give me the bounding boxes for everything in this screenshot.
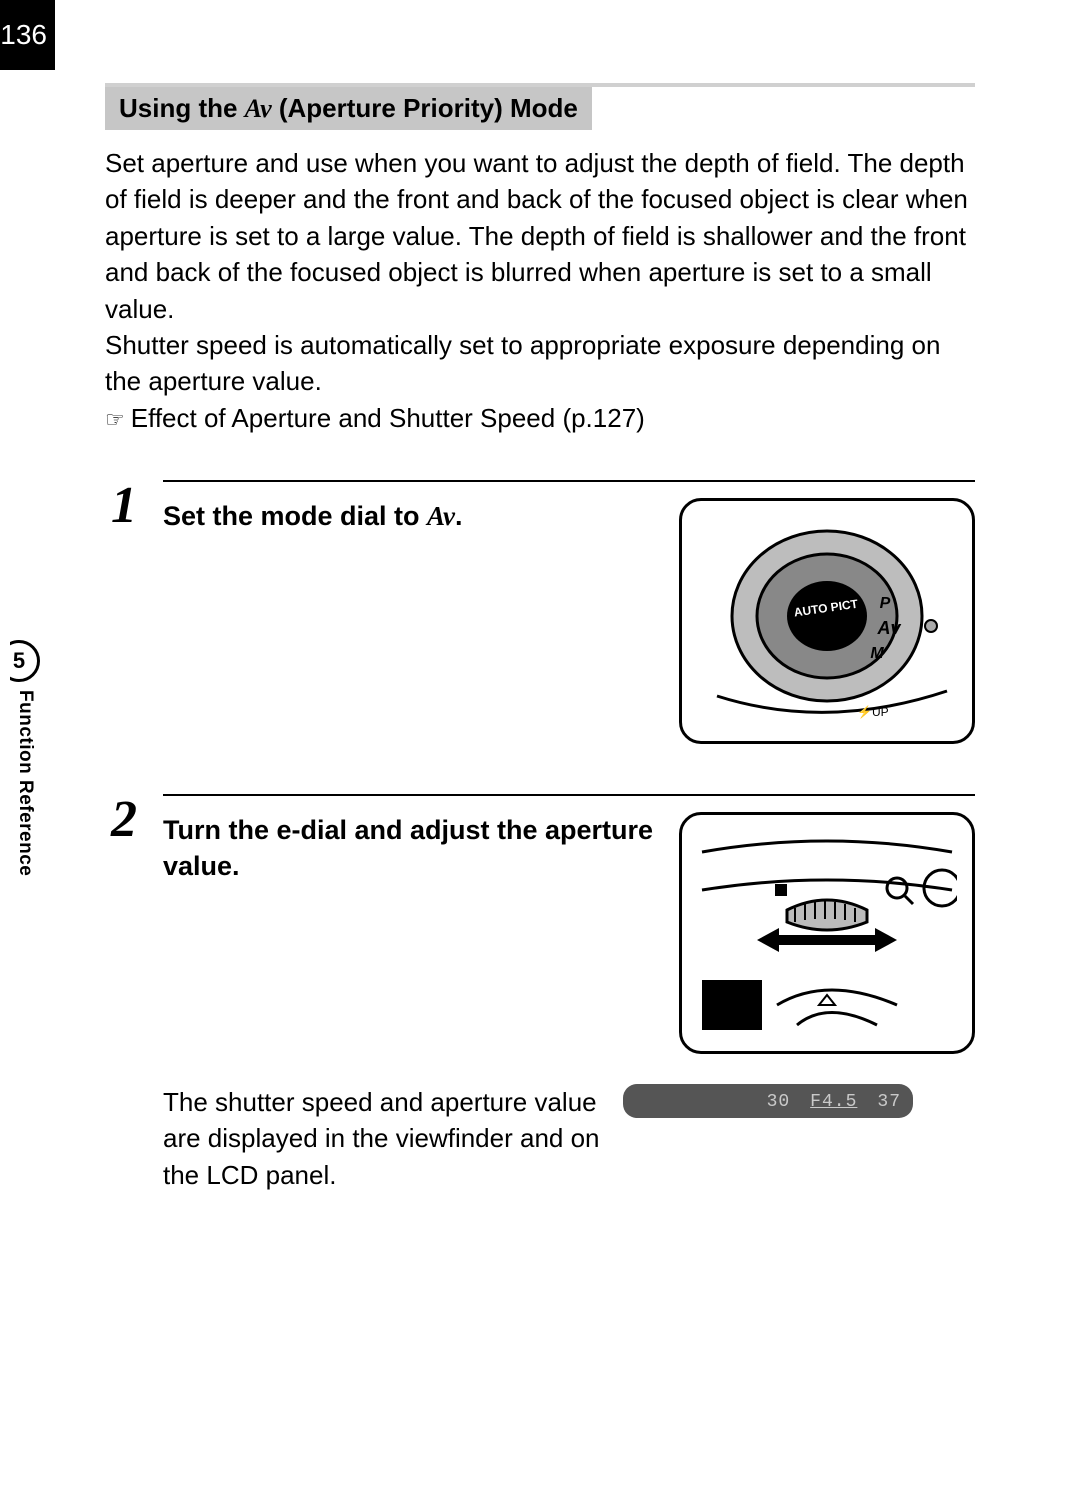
step-1-instruction: Set the mode dial to Av. <box>163 498 659 534</box>
chapter-number-badge: 5 <box>0 640 40 682</box>
viewfinder-aperture: F4.5 <box>810 1092 857 1112</box>
section-heading-suffix: (Aperture Priority) Mode <box>272 93 578 123</box>
intro-paragraph-2: Shutter speed is automatically set to ap… <box>105 327 975 400</box>
intro-paragraph-1: Set aperture and use when you want to ad… <box>105 145 975 327</box>
step-1: 1 Set the mode dial to Av. AUTO PICT P <box>105 480 975 744</box>
viewfinder-shutter: 30 <box>767 1092 791 1112</box>
step-1-text-suffix: . <box>455 501 463 531</box>
av-mode-symbol: Av <box>245 94 272 123</box>
cross-reference: ☞Effect of Aperture and Shutter Speed (p… <box>105 400 975 436</box>
chapter-tab: 5 Function Reference <box>4 640 46 876</box>
step-2-note: The shutter speed and aperture value are… <box>163 1084 603 1193</box>
svg-text:M: M <box>870 645 884 662</box>
pointer-icon: ☞ <box>105 405 125 436</box>
page-number: 136 <box>0 0 55 70</box>
e-dial-illustration <box>679 812 975 1054</box>
step-2: 2 Turn the e-dial and adjust the apertur… <box>105 794 975 1193</box>
svg-text:P: P <box>880 595 891 612</box>
svg-text:⚡UP: ⚡UP <box>857 705 889 719</box>
section-heading-prefix: Using the <box>119 93 245 123</box>
step-2-instruction: Turn the e-dial and adjust the aperture … <box>163 812 659 885</box>
step-1-text-prefix: Set the mode dial to <box>163 501 427 531</box>
av-mode-symbol: Av <box>427 501 455 531</box>
cross-reference-text: Effect of Aperture and Shutter Speed (p.… <box>131 403 645 433</box>
chapter-label: Function Reference <box>14 690 36 876</box>
svg-text:Av: Av <box>876 618 901 638</box>
intro-text: Set aperture and use when you want to ad… <box>105 145 975 436</box>
step-2-number: 2 <box>105 794 143 1193</box>
viewfinder-frames: 37 <box>877 1092 901 1112</box>
viewfinder-display: 30 F4.5 37 <box>623 1084 913 1118</box>
mode-dial-illustration: AUTO PICT P Av M ⚡UP <box>679 498 975 744</box>
step-1-number: 1 <box>105 480 143 744</box>
section-heading: Using the Av (Aperture Priority) Mode <box>105 87 592 130</box>
